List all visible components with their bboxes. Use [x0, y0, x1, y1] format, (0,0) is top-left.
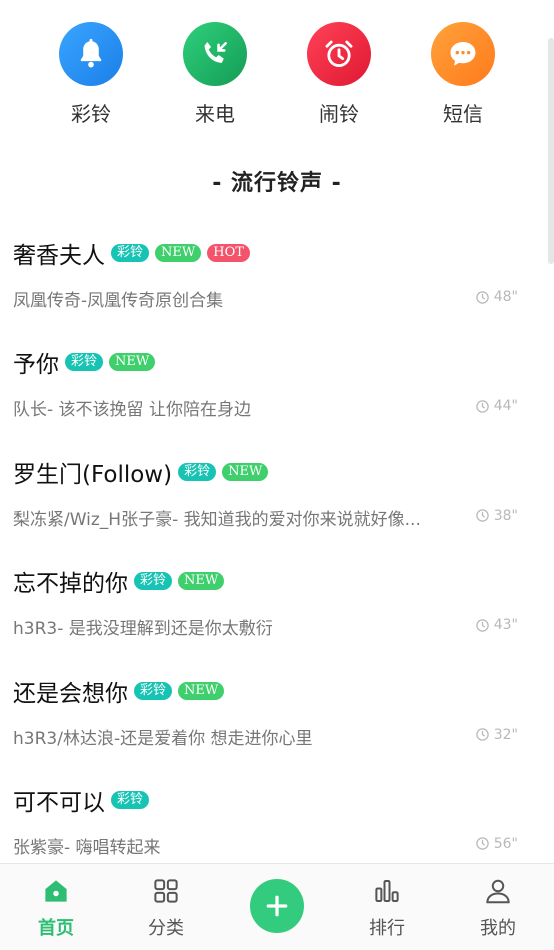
tag-badge: 彩铃 [111, 244, 150, 262]
bell-icon [59, 22, 123, 86]
category-shortcuts: 彩铃 来电 闹铃 短信 [0, 22, 554, 132]
section-title: - 流行铃声 - [212, 171, 342, 196]
tag-badge: NEW [178, 681, 225, 700]
ringtone-item[interactable]: 还是会想你 彩铃 NEW h3R3/林达浪-还是爱着你 想走进你心里 32" [0, 658, 554, 767]
duration-text: 48" [493, 289, 518, 305]
alarm-clock-icon [307, 22, 371, 86]
ringtone-artist-lyric: h3R3/林达浪-还是爱着你 想走进你心里 [13, 728, 313, 749]
category-label: 彩铃 [71, 102, 111, 126]
title-row: 忘不掉的你 彩铃 NEW [13, 564, 225, 598]
duration-text: 43" [493, 617, 518, 634]
bar-chart-icon [375, 880, 399, 902]
category-label: 来电 [195, 102, 235, 126]
ringtone-artist-lyric: 张紫豪- 嗨唱转起来 [13, 837, 161, 858]
tag-badge: NEW [222, 462, 269, 481]
clock-icon [475, 290, 489, 304]
ringtone-title: 予你 [13, 352, 59, 379]
nav-home[interactable]: 首页 [6, 876, 106, 940]
tag-badge: 彩铃 [111, 790, 150, 809]
tag-badge: 彩铃 [134, 681, 173, 700]
category-label: 闹铃 [319, 102, 359, 126]
ringtone-artist-lyric: h3R3- 是我没理解到还是你太敷衍 [13, 619, 273, 640]
tag-badge: NEW [109, 353, 156, 372]
clock-icon [475, 618, 489, 632]
title-row: 予你 彩铃 NEW [13, 345, 156, 379]
duration: 56" [475, 836, 518, 852]
ringtone-item[interactable]: 予你 彩铃 NEW 队长- 该不该挽留 让你陪在身边 44" [0, 329, 554, 438]
nav-home-label: 首页 [38, 918, 74, 939]
duration: 43" [475, 617, 518, 633]
bottom-navigation: 首页 分类 排行 我的 [0, 863, 554, 950]
tag-badge: HOT [207, 244, 250, 262]
category-incoming-call[interactable]: 来电 [170, 22, 260, 127]
nav-mine-label: 我的 [480, 918, 516, 939]
ringtone-list: 奢香夫人 彩铃 NEW HOT 凤凰传奇-凤凰传奇原创合集 48" 予你 彩铃 NEW 队长- 该… [0, 220, 554, 876]
ringtone-artist-lyric: 梨冻紧/Wiz_H张子豪- 我知道我的爱对你来说就好像... [13, 509, 421, 530]
ringtone-artist-lyric: 凤凰传奇-凤凰传奇原创合集 [13, 291, 224, 311]
ringtone-item[interactable]: 忘不掉的你 彩铃 NEW h3R3- 是我没理解到还是你太敷衍 43" [0, 548, 554, 657]
category-alarm[interactable]: 闹铃 [294, 22, 384, 127]
ringtone-title: 罗生门(Follow) [13, 461, 173, 488]
ringtone-title: 还是会想你 [13, 680, 128, 707]
duration-text: 44" [493, 398, 518, 415]
ringtone-item[interactable]: 可不可以 彩铃张紫豪- 嗨唱转起来 56" [0, 767, 554, 876]
title-row: 还是会想你 彩铃 NEW [13, 674, 225, 708]
home-icon [45, 880, 67, 902]
plus-icon [266, 895, 288, 917]
duration-text: 38" [493, 507, 518, 524]
message-icon [431, 22, 495, 86]
title-row: 奢香夫人 彩铃 NEW HOT [13, 236, 250, 270]
nav-category-label: 分类 [148, 918, 184, 939]
clock-icon [475, 728, 489, 741]
ringtone-title: 可不可以 [13, 789, 105, 816]
ringtone-artist-lyric: 队长- 该不该挽留 让你陪在身边 [13, 400, 251, 421]
tag-badge: NEW [155, 244, 202, 262]
ringtone-title: 奢香夫人 [13, 243, 105, 269]
clock-icon [475, 509, 489, 523]
tag-badge: 彩铃 [134, 572, 173, 591]
ringtone-title: 忘不掉的你 [13, 571, 128, 598]
duration: 38" [475, 508, 518, 524]
category-cailing[interactable]: 彩铃 [46, 22, 136, 127]
duration: 48" [475, 289, 518, 305]
tag-badge: 彩铃 [65, 353, 104, 372]
nav-mine[interactable]: 我的 [448, 876, 548, 940]
app-screen: 彩铃 来电 闹铃 短信 - 流行铃声 - 奢香夫人 彩铃 NEW HOT 凤凰传… [0, 0, 554, 950]
category-label: 短信 [443, 102, 483, 126]
title-row: 可不可以 彩铃 [13, 783, 150, 817]
title-row: 罗生门(Follow) 彩铃 NEW [13, 455, 269, 489]
duration-text: 32" [493, 726, 518, 743]
clock-icon [475, 400, 489, 413]
duration: 32" [475, 727, 518, 743]
ringtone-item[interactable]: 罗生门(Follow) 彩铃 NEW 梨冻紧/Wiz_H张子豪- 我知道我的爱对你来说… [0, 439, 554, 548]
grid-icon [154, 879, 178, 903]
duration: 44" [475, 398, 518, 414]
tag-badge: 彩铃 [178, 462, 217, 481]
category-sms[interactable]: 短信 [418, 22, 508, 127]
nav-rank[interactable]: 排行 [337, 876, 437, 940]
clock-icon [475, 837, 489, 851]
ringtone-item[interactable]: 奢香夫人 彩铃 NEW HOT 凤凰传奇-凤凰传奇原创合集 48" [0, 220, 554, 329]
user-icon [486, 879, 510, 904]
duration-text: 56" [493, 835, 518, 852]
nav-category[interactable]: 分类 [116, 876, 216, 940]
tag-badge: NEW [178, 572, 225, 591]
incoming-call-icon [183, 22, 247, 86]
add-button[interactable] [250, 879, 304, 933]
nav-rank-label: 排行 [369, 918, 405, 939]
